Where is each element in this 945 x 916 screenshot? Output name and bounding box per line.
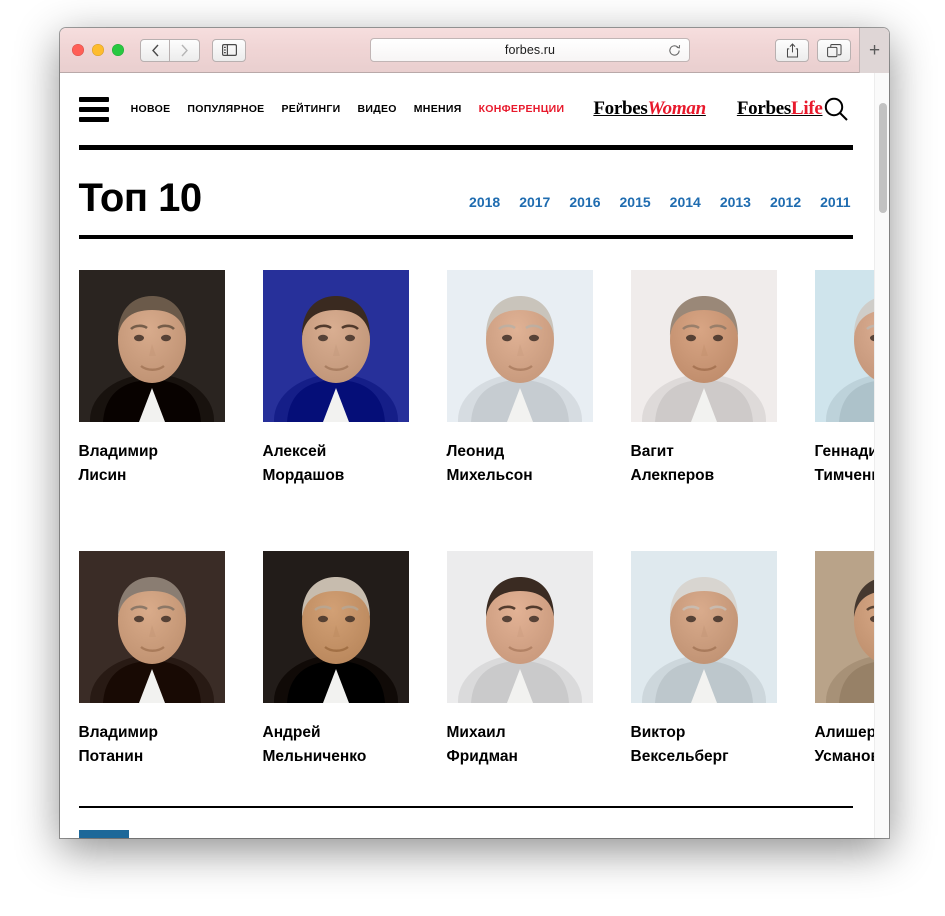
person-name: Андрей Мельниченко <box>263 721 409 770</box>
year-navigation: 2018 2017 2016 2015 2014 2013 2012 2011 <box>469 194 852 218</box>
person-first-name: Леонид <box>446 443 505 460</box>
nav-item-reytingi[interactable]: РЕЙТИНГИ <box>281 103 340 115</box>
person-name: Михаил Фридман <box>447 721 593 770</box>
brand-forbes-woman-black: Forbes <box>593 98 648 119</box>
brand-forbes-woman-red: Woman <box>647 98 707 119</box>
person-photo[interactable] <box>262 550 409 703</box>
person-photo[interactable] <box>630 270 777 422</box>
person-photo[interactable] <box>262 270 409 422</box>
footer-divider <box>78 805 853 808</box>
address-bar-url: forbes.ru <box>504 43 556 57</box>
person-name: Виктор Вексельберг <box>631 721 777 770</box>
brand-forbes-life-black: Forbes <box>736 98 791 119</box>
page-content: НОВОЕ ПОПУЛЯРНОЕ РЕЙТИНГИ ВИДЕО МНЕНИЯ К… <box>60 73 889 838</box>
toolbar-right-group: + <box>775 28 889 73</box>
window-controls <box>72 44 124 56</box>
browser-toolbar: forbes.ru + <box>60 28 889 73</box>
person-first-name: Владимир <box>78 443 159 460</box>
person-last-name: Михельсон <box>446 467 533 485</box>
new-tab-button[interactable]: + <box>859 28 889 73</box>
top-section-header: Топ 10 2018 2017 2016 2015 2014 2013 201… <box>77 150 855 218</box>
person-photo[interactable] <box>78 550 225 703</box>
person-name: Владимир Лисин <box>79 440 225 489</box>
show-tabs-icon[interactable] <box>817 39 851 62</box>
person-last-name: Фридман <box>446 748 518 766</box>
close-window-button[interactable] <box>72 44 84 56</box>
person-card[interactable]: Андрей Мельниченко <box>262 550 409 770</box>
person-first-name: Виктор <box>630 723 686 741</box>
share-icon[interactable] <box>775 39 809 62</box>
nav-item-mneniya[interactable]: МНЕНИЯ <box>414 103 462 115</box>
year-link-2017[interactable]: 2017 <box>519 194 550 210</box>
person-photo[interactable] <box>630 550 777 703</box>
safari-browser-window: forbes.ru + НОВОЕ ПОПУЛЯРНОЕ РЕЙТИНГИ ВИ… <box>60 28 889 838</box>
year-link-2013[interactable]: 2013 <box>720 194 751 210</box>
people-grid-row-2: Владимир Потанин Андрей Мельниченко Миха… <box>77 520 889 770</box>
sidebar-toggle-icon[interactable] <box>212 38 246 62</box>
person-card[interactable]: Владимир Лисин <box>78 270 225 489</box>
person-first-name: Андрей <box>262 723 321 741</box>
nav-item-video[interactable]: ВИДЕО <box>357 103 396 115</box>
nav-item-novoe[interactable]: НОВОЕ <box>131 103 171 115</box>
scroll-to-top-button[interactable] <box>78 829 129 838</box>
page-viewport: НОВОЕ ПОПУЛЯРНОЕ РЕЙТИНГИ ВИДЕО МНЕНИЯ К… <box>60 73 889 838</box>
brand-forbes-life[interactable]: ForbesLife <box>737 98 823 120</box>
person-last-name: Мельниченко <box>262 748 367 766</box>
person-first-name: Михаил <box>446 723 506 741</box>
person-name: Владимир Потанин <box>79 721 225 770</box>
person-card[interactable]: Владимир Потанин <box>78 550 225 770</box>
navigation-buttons <box>140 38 200 62</box>
year-link-2016[interactable]: 2016 <box>569 194 600 210</box>
year-link-2011[interactable]: 2011 <box>820 194 850 210</box>
minimize-window-button[interactable] <box>92 44 104 56</box>
nav-item-konferentsii[interactable]: КОНФЕРЕНЦИИ <box>479 103 565 115</box>
person-last-name: Алекперов <box>630 467 715 485</box>
forward-arrow-icon[interactable] <box>170 38 200 62</box>
main-navigation: НОВОЕ ПОПУЛЯРНОЕ РЕЙТИНГИ ВИДЕО МНЕНИЯ К… <box>131 98 823 120</box>
year-link-2014[interactable]: 2014 <box>670 194 701 210</box>
page-scrollbar[interactable] <box>874 73 889 838</box>
person-first-name: Алексей <box>262 443 327 460</box>
maximize-window-button[interactable] <box>112 44 124 56</box>
year-link-2015[interactable]: 2015 <box>620 194 651 210</box>
person-last-name: Мордашов <box>262 467 345 485</box>
site-header: НОВОЕ ПОПУЛЯРНОЕ РЕЙТИНГИ ВИДЕО МНЕНИЯ К… <box>77 73 855 145</box>
person-card[interactable]: Виктор Вексельберг <box>630 550 777 770</box>
person-first-name: Вагит <box>630 443 674 460</box>
brand-forbes-woman[interactable]: ForbesWoman <box>593 98 707 120</box>
person-name: Леонид Михельсон <box>447 440 593 489</box>
person-name: Алексей Мордашов <box>263 440 409 489</box>
person-name: Вагит Алекперов <box>631 440 777 489</box>
person-first-name: Владимир <box>78 723 159 741</box>
person-card[interactable]: Алексей Мордашов <box>262 270 409 489</box>
brand-forbes-life-red: Life <box>790 98 823 119</box>
person-last-name: Лисин <box>78 467 127 485</box>
address-bar[interactable]: forbes.ru <box>370 38 690 62</box>
person-card[interactable]: Михаил Фридман <box>446 550 593 770</box>
hamburger-menu-icon[interactable] <box>78 96 109 122</box>
person-last-name: Потанин <box>78 748 144 766</box>
person-card[interactable]: Леонид Михельсон <box>446 270 593 489</box>
year-link-2012[interactable]: 2012 <box>770 194 801 210</box>
search-icon[interactable] <box>823 96 853 122</box>
person-card[interactable]: Вагит Алекперов <box>630 270 777 489</box>
page-title: Топ 10 <box>78 176 203 220</box>
people-grid-row-1: Владимир Лисин Алексей Мордашов Леонид М… <box>77 239 889 489</box>
person-photo[interactable] <box>78 270 225 422</box>
nav-item-populyarnoe[interactable]: ПОПУЛЯРНОЕ <box>187 103 264 115</box>
desktop-background: forbes.ru + НОВОЕ ПОПУЛЯРНОЕ РЕЙТИНГИ ВИ… <box>0 0 945 916</box>
reload-icon[interactable] <box>668 44 681 57</box>
person-photo[interactable] <box>446 270 593 422</box>
year-link-2018[interactable]: 2018 <box>469 194 500 210</box>
person-photo[interactable] <box>446 550 593 703</box>
back-arrow-icon[interactable] <box>140 38 170 62</box>
new-tab-label: + <box>868 39 881 61</box>
page-scrollbar-thumb[interactable] <box>879 103 887 213</box>
person-last-name: Вексельберг <box>630 748 729 766</box>
